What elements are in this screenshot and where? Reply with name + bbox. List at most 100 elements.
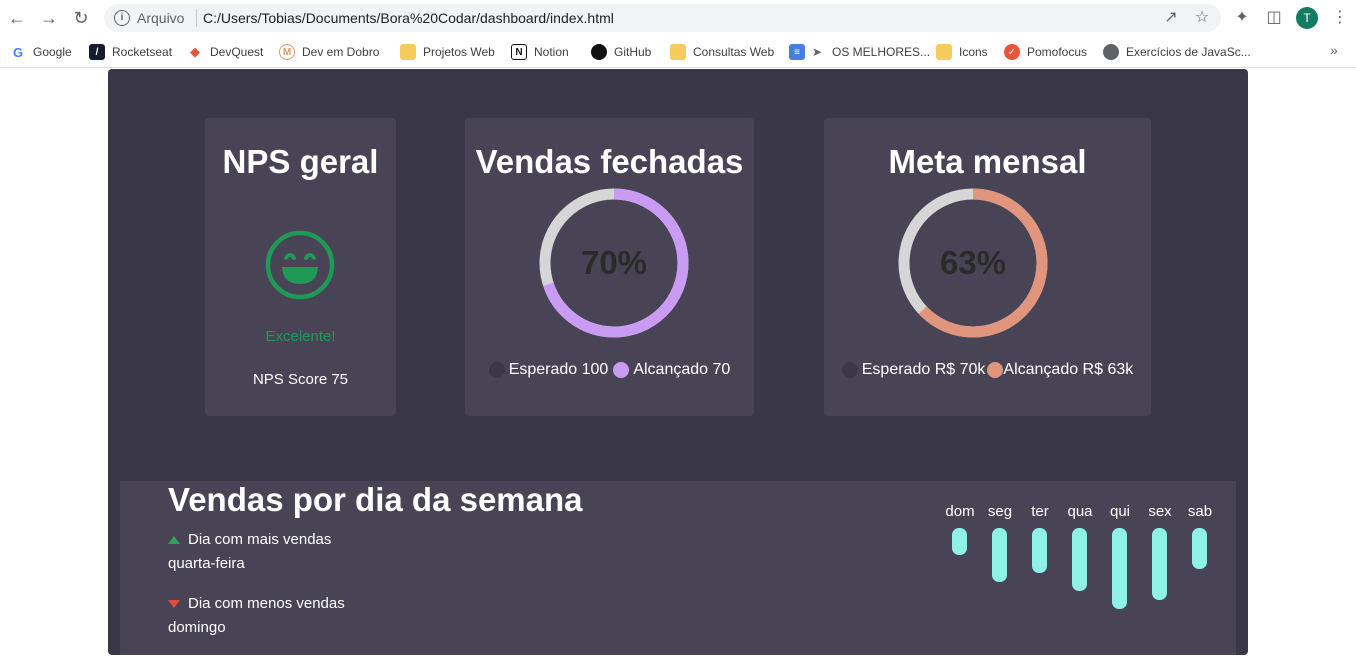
bookmark-icons[interactable]: Icons <box>936 42 988 62</box>
worst-day-value: domingo <box>168 619 226 636</box>
vendas-legend: Esperado 100 Alcançado 70 <box>465 361 754 379</box>
address-separator <box>196 9 197 27</box>
globe-icon <box>1103 44 1119 60</box>
worst-day-label: Dia com menos vendas <box>168 595 345 612</box>
bar-sex <box>1152 528 1167 600</box>
bookmark-label: Exercícios de JavaSc... <box>1126 45 1251 59</box>
bookmark-label: Notion <box>534 45 569 59</box>
bookmark-exercicios[interactable]: Exercícios de JavaSc... <box>1103 42 1251 62</box>
forward-arrow-icon[interactable]: → <box>38 7 60 29</box>
vendas-expected: Esperado 100 <box>508 361 609 378</box>
bar-qui <box>1112 528 1127 609</box>
bar-label-seg: seg <box>987 503 1013 520</box>
dashboard: NPS geral Excelente! NPS Score 75 Vendas… <box>108 69 1248 655</box>
week-bar-chart: dom seg ter qua qui sex sab <box>940 503 1230 653</box>
extensions-icon[interactable]: ✦ <box>1232 8 1252 28</box>
meta-achieved: Alcançado R$ 63k <box>1003 361 1134 378</box>
bookmark-label: DevQuest <box>210 45 264 59</box>
nps-card: NPS geral Excelente! NPS Score 75 <box>205 118 396 416</box>
github-icon <box>591 44 607 60</box>
bookmark-github[interactable]: GitHub <box>591 42 651 62</box>
address-url[interactable]: C:/Users/Tobias/Documents/Bora%20Codar/d… <box>203 10 614 26</box>
bookmark-label: Icons <box>959 45 988 59</box>
bar-sab <box>1192 528 1207 569</box>
bar-label-qui: qui <box>1109 503 1131 520</box>
bookmark-label: Consultas Web <box>693 45 775 59</box>
bookmark-devemdobro[interactable]: M Dev em Dobro <box>279 42 379 62</box>
meta-donut: 63% <box>898 188 1048 338</box>
check-circle-icon: ✓ <box>1004 44 1020 60</box>
bookmark-google[interactable]: G Google <box>10 42 72 62</box>
achieved-dot <box>613 362 630 378</box>
vendas-title: Vendas fechadas <box>475 143 744 180</box>
meta-percent: 63% <box>939 244 1007 281</box>
bookmark-rocketseat[interactable]: / Rocketseat <box>89 42 172 62</box>
bookmarks-bar: G Google / Rocketseat ◆ DevQuest M Dev e… <box>0 36 1356 68</box>
expected-dot <box>488 362 505 378</box>
folder-icon <box>670 44 686 60</box>
worst-day-text: Dia com menos vendas <box>188 595 345 612</box>
avatar[interactable]: T <box>1296 7 1318 29</box>
bookmark-label: Pomofocus <box>1027 45 1088 59</box>
folder-icon <box>936 44 952 60</box>
back-arrow-icon[interactable]: ← <box>6 7 28 29</box>
folder-icon <box>400 44 416 60</box>
meta-title: Meta mensal <box>888 143 1087 180</box>
bookmark-label: Rocketseat <box>112 45 173 59</box>
share-icon[interactable]: ↗ <box>1162 9 1180 27</box>
vendas-card: Vendas fechadas 70% Esperado 100 Alcança… <box>465 118 754 416</box>
reload-icon[interactable]: ↻ <box>70 7 92 29</box>
bar-ter <box>1032 528 1047 573</box>
bar-qua <box>1072 528 1087 591</box>
vendas-donut: 70% <box>539 188 689 338</box>
arrow-up-icon <box>168 535 180 544</box>
rocketseat-icon: / <box>89 44 105 60</box>
devquest-icon: ◆ <box>190 44 200 59</box>
google-icon: G <box>12 44 24 60</box>
browser-toolbar: ← → ↻ i Arquivo C:/Users/Tobias/Document… <box>0 0 1356 36</box>
vendas-percent: 70% <box>580 244 648 281</box>
bookmark-label: Projetos Web <box>423 45 495 59</box>
doc-icon: ≡ <box>789 44 805 60</box>
menu-kebab-icon[interactable]: ⋮ <box>1330 8 1350 28</box>
notion-icon: N <box>511 44 527 60</box>
bar-label-sex: sex <box>1148 503 1172 520</box>
bookmark-label: OS MELHORES... <box>832 45 931 59</box>
expected-dot <box>841 362 858 378</box>
bar-seg <box>992 528 1007 582</box>
address-bar[interactable]: i Arquivo C:/Users/Tobias/Documents/Bora… <box>104 4 1221 32</box>
bar-label-sab: sab <box>1187 503 1213 520</box>
best-day-text: Dia com mais vendas <box>188 531 332 548</box>
side-panel-icon[interactable]: ◫ <box>1264 8 1284 28</box>
week-panel: Vendas por dia da semana Dia com mais ve… <box>120 481 1236 655</box>
bar-label-dom: dom <box>945 503 975 520</box>
week-title: Vendas por dia da semana <box>168 481 583 518</box>
bookmark-notion[interactable]: N Notion <box>511 42 569 62</box>
bookmarks-overflow-icon[interactable]: » <box>1330 42 1338 58</box>
devemdobro-icon: M <box>279 44 295 60</box>
nps-title: NPS geral <box>222 143 379 180</box>
bar-label-qua: qua <box>1067 503 1093 520</box>
bar-dom <box>952 528 967 555</box>
bookmark-pomofocus[interactable]: ✓ Pomofocus <box>1004 42 1087 62</box>
meta-expected: Esperado R$ 70k <box>861 361 986 378</box>
bookmark-devquest[interactable]: ◆ DevQuest <box>187 42 263 62</box>
bar-label-ter: ter <box>1031 503 1049 520</box>
rocket-icon: ➤ <box>811 45 823 59</box>
bookmark-label: GitHub <box>614 45 652 59</box>
address-prefix: Arquivo <box>137 10 185 26</box>
bookmark-os-melhores[interactable]: ≡ ➤ OS MELHORES... <box>789 42 930 62</box>
nps-score: NPS Score 75 <box>252 371 349 388</box>
smile-icon <box>265 230 335 300</box>
info-icon[interactable]: i <box>114 10 130 26</box>
best-day-label: Dia com mais vendas <box>168 531 331 548</box>
arrow-down-icon <box>168 599 180 608</box>
bookmark-label: Google <box>33 45 72 59</box>
meta-legend: Esperado R$ 70k Alcançado R$ 63k <box>824 361 1151 379</box>
bookmark-consultas-web[interactable]: Consultas Web <box>670 42 774 62</box>
star-icon[interactable]: ☆ <box>1193 9 1211 27</box>
vendas-achieved: Alcançado 70 <box>633 361 731 378</box>
achieved-dot <box>987 362 1004 378</box>
bookmark-projetos-web[interactable]: Projetos Web <box>400 42 495 62</box>
meta-card: Meta mensal 63% Esperado R$ 70k Alcançad… <box>824 118 1151 416</box>
